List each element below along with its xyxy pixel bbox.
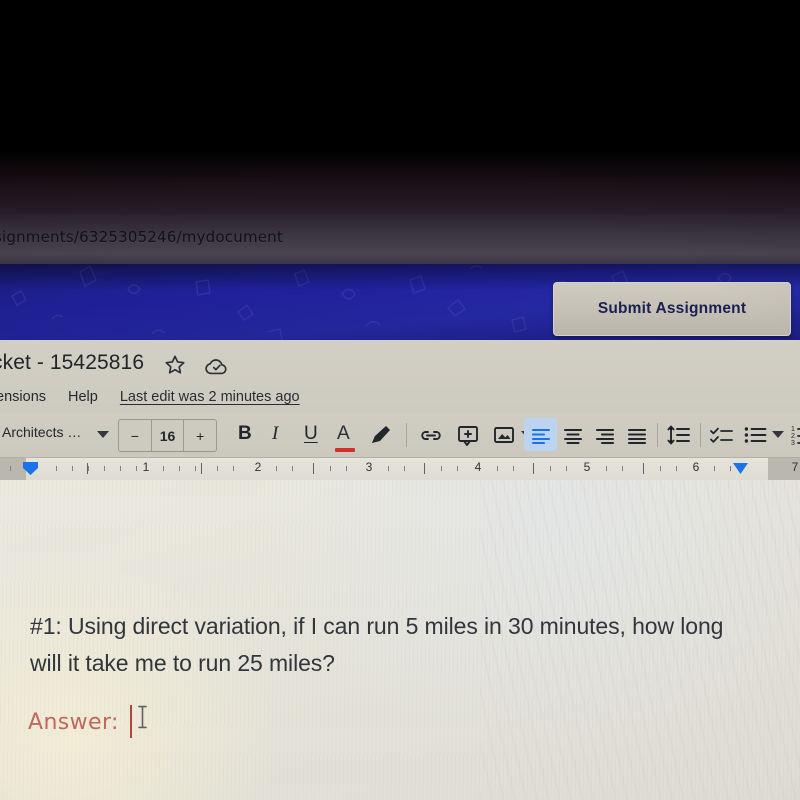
- font-size-stepper: − 16 +: [118, 419, 217, 452]
- align-justify-icon[interactable]: [625, 423, 649, 447]
- docs-toolbar: Architects … − 16 + B I U A 1 2 3: [0, 413, 800, 457]
- text-ibeam-cursor: [138, 705, 147, 729]
- numbered-list-icon[interactable]: 123: [791, 423, 800, 447]
- ruler-number-6: 6: [692, 460, 700, 474]
- text-color-swatch[interactable]: [335, 448, 355, 452]
- toolbar-divider-3: [657, 423, 658, 447]
- document-page[interactable]: #1: Using direct variation, if I can run…: [0, 480, 800, 800]
- align-center-icon[interactable]: [561, 423, 585, 447]
- highlighter-pen-icon[interactable]: [368, 423, 394, 447]
- svg-text:1: 1: [791, 426, 795, 433]
- svg-text:2: 2: [791, 433, 795, 440]
- ruler-number-3: 3: [365, 460, 373, 474]
- underline-button[interactable]: U: [304, 423, 318, 445]
- submit-assignment-button[interactable]: Submit Assignment: [553, 282, 791, 336]
- italic-button[interactable]: I: [272, 423, 278, 445]
- left-indent-marker-icon[interactable]: [22, 461, 39, 476]
- bulleted-list-icon[interactable]: [743, 423, 768, 447]
- bold-button[interactable]: B: [238, 423, 252, 445]
- toolbar-divider-4: [700, 423, 701, 447]
- ruler-number-7: 7: [791, 460, 799, 474]
- ruler-number-5: 5: [583, 460, 591, 474]
- document-title[interactable]: cket - 15425816: [0, 351, 144, 375]
- docs-header: cket - 15425816 tensions Help Last edit …: [0, 340, 800, 413]
- text-caret: [130, 705, 132, 738]
- font-size-increase-button[interactable]: +: [184, 420, 216, 451]
- align-left-icon[interactable]: [529, 423, 553, 447]
- screenshot-root: signments/6325305246/mydocument Submit A…: [0, 0, 800, 800]
- docs-menu-bar: tensions Help Last edit was 2 minutes ag…: [0, 386, 300, 408]
- bulleted-list-chevron-down-icon[interactable]: [772, 431, 784, 438]
- ruler-number-2: 2: [254, 460, 262, 474]
- align-right-icon[interactable]: [593, 423, 617, 447]
- font-size-decrease-button[interactable]: −: [119, 420, 151, 451]
- last-edit-status[interactable]: Last edit was 2 minutes ago: [120, 389, 300, 405]
- line-spacing-icon[interactable]: [666, 423, 692, 447]
- add-comment-icon[interactable]: [456, 423, 480, 447]
- star-icon[interactable]: [164, 354, 186, 376]
- right-indent-marker-icon[interactable]: [732, 461, 749, 476]
- photo-letterbox-top: [0, 0, 800, 214]
- screen-edge-glow: [0, 150, 800, 214]
- google-docs-app: cket - 15425816 tensions Help Last edit …: [0, 340, 800, 800]
- text-color-button[interactable]: A: [337, 423, 350, 445]
- browser-url-bar[interactable]: signments/6325305246/mydocument: [0, 214, 800, 264]
- font-size-value[interactable]: 16: [150, 420, 185, 451]
- ruler-number-4: 4: [474, 460, 482, 474]
- font-family-selector[interactable]: Architects …: [2, 424, 81, 440]
- checklist-icon[interactable]: [709, 423, 734, 447]
- font-family-chevron-down-icon[interactable]: [97, 431, 109, 438]
- answer-label: Answer:: [28, 710, 119, 735]
- toolbar-divider: [406, 423, 407, 447]
- insert-link-icon[interactable]: [418, 423, 444, 447]
- question-text: #1: Using direct variation, if I can run…: [30, 613, 724, 676]
- submit-assignment-label: Submit Assignment: [597, 300, 747, 317]
- menu-item-help[interactable]: Help: [68, 389, 98, 405]
- document-ruler[interactable]: 1 2 3 4 5 6 7: [0, 457, 800, 481]
- ruler-number-1: 1: [142, 460, 150, 474]
- menu-item-extensions[interactable]: tensions: [0, 389, 46, 405]
- cloud-saved-icon[interactable]: [204, 356, 230, 376]
- svg-text:3: 3: [791, 440, 795, 447]
- url-text: signments/6325305246/mydocument: [0, 228, 283, 246]
